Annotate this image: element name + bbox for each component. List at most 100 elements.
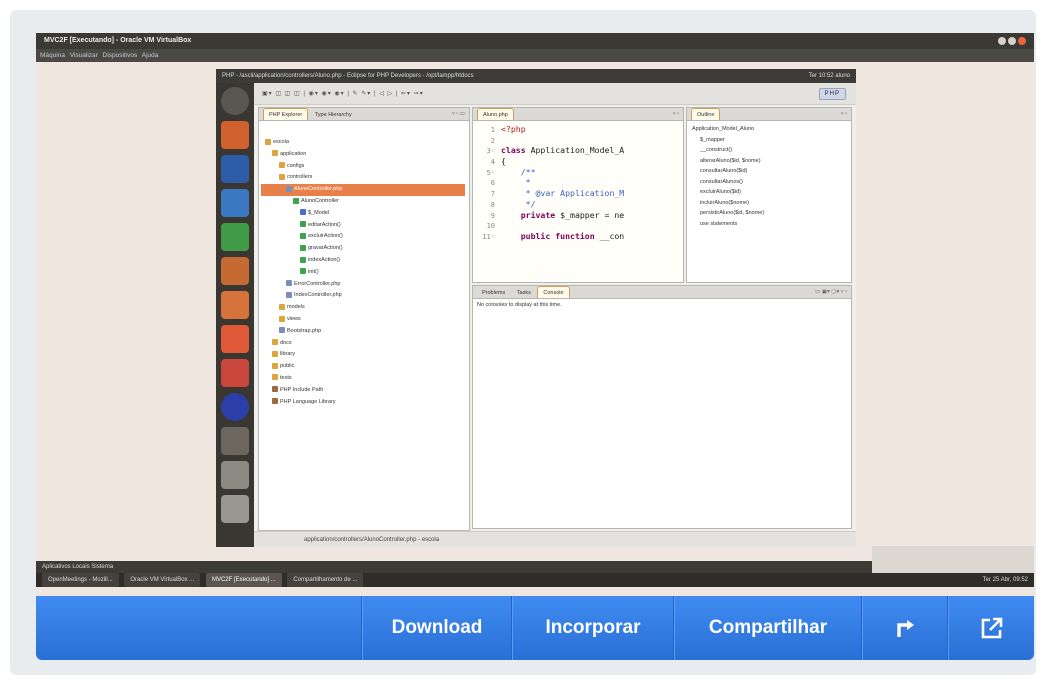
maximize-icon xyxy=(1008,37,1016,45)
eclipse-icon xyxy=(221,393,249,421)
code-line: 5◦ /** xyxy=(475,167,683,178)
tree-item[interactable]: public xyxy=(261,361,465,373)
embed-button[interactable]: Incorporar xyxy=(512,596,674,660)
pane-controls[interactable]: ▿ ▫ xyxy=(673,108,679,121)
taskbar-item-active[interactable]: MVC2F [Executando] ... xyxy=(205,573,282,587)
tree-item[interactable]: init() xyxy=(261,267,465,279)
tab-tasks[interactable]: Tasks xyxy=(512,287,536,300)
code-line: 6 * xyxy=(475,177,683,188)
folder-icon xyxy=(279,315,285,322)
outline-item[interactable]: consultarAlunos() xyxy=(690,177,848,188)
taskbar-item[interactable]: Compartilhamento de ... xyxy=(287,573,364,587)
tree-item-label: docs xyxy=(280,339,292,346)
code-line: 1 <?php xyxy=(475,124,683,135)
code-token: * xyxy=(501,177,531,188)
redirect-button[interactable] xyxy=(862,596,948,660)
tree-item-label: AlunoController.php xyxy=(294,186,343,193)
code-editor[interactable]: 1 <?php 2 3◦ class Application_Model_A 4{5◦ /… xyxy=(473,121,683,242)
pane-controls[interactable]: ▿ ▫ xyxy=(841,108,847,121)
outline-item[interactable]: consultarAluno($id) xyxy=(690,166,848,177)
tree-item[interactable]: escola xyxy=(261,137,465,149)
explorer-tabs: PHP Explorer Type Hierarchy ▿ ▫ ▭ xyxy=(259,108,469,121)
eclipse-window: ▣▾ ◫ ◫ ◫ | ◉▾ ◉▾ ◉▾ | ✎ ✎▾ | ◁ ▷ | ⇐▾ ⇒▾… xyxy=(254,83,856,547)
outline-item[interactable]: incluirAluno($nome) xyxy=(690,198,848,209)
tree-item[interactable]: gravarAction() xyxy=(261,243,465,255)
tree-item[interactable]: editarAction() xyxy=(261,220,465,232)
calc-icon xyxy=(221,223,249,251)
lib-icon xyxy=(272,386,278,393)
green-icon xyxy=(293,197,299,204)
tab-outline[interactable]: Outline xyxy=(691,108,721,120)
tree-item[interactable]: controllers xyxy=(261,172,465,184)
taskbar-item[interactable]: Oracle VM VirtualBox ... xyxy=(124,573,201,587)
tree-item[interactable]: IndexController.php xyxy=(261,290,465,302)
tree-item-label: $_Model xyxy=(308,209,330,216)
host-clock: Ter 25 Abr, 09:52 xyxy=(982,577,1028,583)
open-external-button[interactable] xyxy=(948,596,1034,660)
toolbar-icons: ▣▾ ◫ ◫ ◫ | ◉▾ ◉▾ ◉▾ | ✎ ✎▾ | ◁ ▷ | ⇐▾ ⇒▾ xyxy=(262,91,424,97)
menu-item: Ajuda xyxy=(141,52,159,59)
pane-controls[interactable]: ▿ ▫ ▭ xyxy=(452,108,465,121)
outline-item[interactable]: Application_Model_Aluno xyxy=(690,124,848,135)
tree-item[interactable]: excluirAction() xyxy=(261,231,465,243)
tree-item[interactable]: library xyxy=(261,349,465,361)
tree-item[interactable]: AlunoController xyxy=(261,196,465,208)
tree-item[interactable]: ErrorController.php xyxy=(261,279,465,291)
close-icon xyxy=(1018,37,1026,45)
outline-item[interactable]: __construct() xyxy=(690,145,848,156)
tree-item[interactable]: $_Model xyxy=(261,208,465,220)
code-line: 2 xyxy=(475,135,683,146)
share-button[interactable]: Compartilhar xyxy=(674,596,862,660)
tree-item-label: application xyxy=(280,150,307,157)
guest-tray: Ter 10:52 aluno xyxy=(808,73,850,79)
file-icon xyxy=(279,327,285,334)
php-explorer-pane: PHP Explorer Type Hierarchy ▿ ▫ ▭ escola… xyxy=(258,107,470,531)
tab-console[interactable]: Console xyxy=(537,286,570,298)
unity-launcher xyxy=(216,83,254,547)
menu-item: Visualizar xyxy=(69,52,98,59)
video-screen[interactable]: MVC2F [Executando] - Oracle VM VirtualBo… xyxy=(36,33,1034,605)
tree-item[interactable]: PHP Language Library xyxy=(261,397,465,409)
tree-item[interactable]: Bootstrap.php xyxy=(261,326,465,338)
outline-item-label: Application_Model_Aluno xyxy=(692,126,755,132)
code-token: __con xyxy=(599,230,625,241)
tab-aluno-php[interactable]: Aluno.php xyxy=(477,108,514,120)
outline-item[interactable]: persistirAluno($id, $nome) xyxy=(690,208,848,219)
code-token: private xyxy=(501,209,561,220)
tab-problems[interactable]: Problems xyxy=(477,287,510,300)
tree-item[interactable]: application xyxy=(261,149,465,161)
taskbar-item[interactable]: OpenMeetings - Mozill... xyxy=(42,573,119,587)
tree-item-selected[interactable]: AlunoController.php xyxy=(261,184,465,196)
code-token: { xyxy=(501,156,506,167)
perspective-php-button[interactable]: PHP xyxy=(818,88,846,100)
redirect-arrow-icon xyxy=(897,620,914,637)
tree-item[interactable]: tests xyxy=(261,373,465,385)
outline-item-label: consultarAluno($id) xyxy=(700,168,748,174)
workspace-icon xyxy=(221,427,249,455)
folder-icon xyxy=(279,173,285,180)
pane-controls[interactable]: ▭ ▣▾ ▢▾ ▿ ▫ xyxy=(815,286,847,299)
tree-item[interactable]: configs xyxy=(261,161,465,173)
tree-item-label: library xyxy=(280,351,295,358)
tree-item[interactable]: PHP Include Path xyxy=(261,385,465,397)
tree-item[interactable]: docs xyxy=(261,338,465,350)
tree-item[interactable]: models xyxy=(261,302,465,314)
code-token: public function xyxy=(501,230,600,241)
folder-icon xyxy=(279,303,285,310)
tree-item[interactable]: views xyxy=(261,314,465,326)
external-link-icon xyxy=(981,617,1002,639)
outline-item[interactable]: $_mapper xyxy=(690,135,848,146)
code-line: 9 private $_mapper = ne xyxy=(475,210,683,221)
download-button[interactable]: Download xyxy=(362,596,512,660)
outline-item[interactable]: use statements xyxy=(690,219,848,230)
tab-type-hierarchy[interactable]: Type Hierarchy xyxy=(310,109,357,122)
outline-item[interactable]: alterarAluno($id, $nome) xyxy=(690,156,848,167)
outline-item[interactable]: excluirAluno($id) xyxy=(690,187,848,198)
tab-php-explorer[interactable]: PHP Explorer xyxy=(263,108,309,120)
folder-icon xyxy=(272,362,278,369)
outline-item-label: excluirAluno($id) xyxy=(700,189,741,195)
virtualbox-menu-bar: Máquina Visualizar Dispositivos Ajuda xyxy=(36,49,1034,62)
line-number: 8 xyxy=(490,200,495,209)
tree-item[interactable]: indexAction() xyxy=(261,255,465,267)
eclipse-status-bar: application/controllers/AlunoController.… xyxy=(254,531,856,547)
